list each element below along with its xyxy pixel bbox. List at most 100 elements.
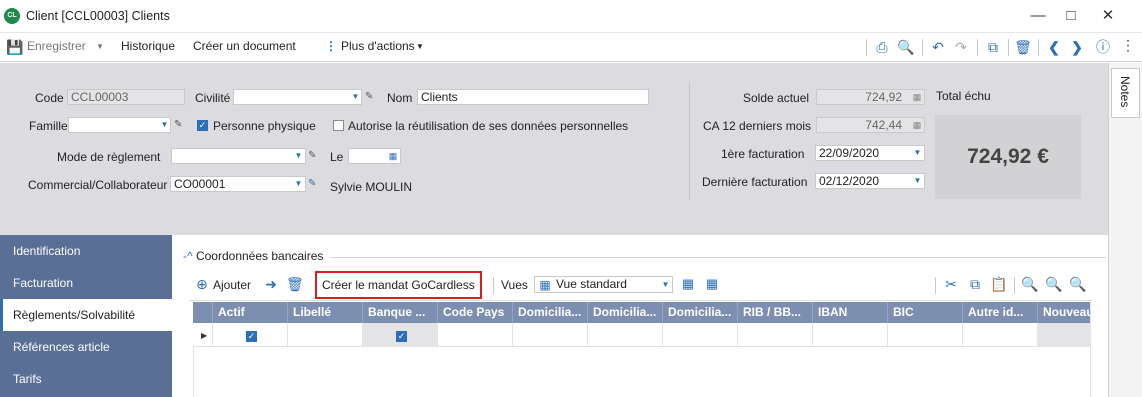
cell-autre-id[interactable] xyxy=(963,323,1038,347)
premiere-facturation-field[interactable]: 22/09/2020 xyxy=(815,145,925,161)
section-divider xyxy=(331,257,1106,258)
view-dropdown-icon[interactable]: ▼ xyxy=(661,280,670,290)
famille-dropdown-icon[interactable]: ▼ xyxy=(160,120,169,130)
derniere-facturation-label: Dernière facturation xyxy=(702,175,808,189)
actif-checkbox[interactable]: ✓ xyxy=(246,331,257,342)
nav-item-reglements[interactable]: Règlements/Solvabilité xyxy=(0,299,172,331)
premiere-facturation-dropdown-icon[interactable]: ▼ xyxy=(913,148,922,158)
famille-select[interactable] xyxy=(68,117,171,133)
nav-item-identification[interactable]: Identification xyxy=(0,235,172,267)
mode-reglement-select[interactable] xyxy=(171,148,306,164)
nav-item-references-article[interactable]: Références article xyxy=(0,331,172,363)
column-header-autre-id[interactable]: Autre id... xyxy=(963,302,1038,323)
left-navigation: Identification Facturation Règlements/So… xyxy=(0,235,172,397)
nav-item-facturation[interactable]: Facturation xyxy=(0,267,172,299)
more-actions-dropdown-icon[interactable]: ▼ xyxy=(416,42,424,51)
banque-checkbox[interactable]: ✓ xyxy=(396,331,407,342)
toolbar-separator xyxy=(866,39,867,56)
redo-icon[interactable]: ↷ xyxy=(952,38,970,56)
commercial-label: Commercial/Collaborateur xyxy=(28,178,168,192)
cell-domiciliation-3[interactable] xyxy=(663,323,738,347)
column-header-rib[interactable]: RIB / BB... xyxy=(738,302,813,323)
help-icon[interactable]: ⓘ xyxy=(1094,38,1112,56)
toolbar-separator xyxy=(1038,39,1039,56)
cell-libelle[interactable] xyxy=(288,323,363,347)
grid-left-border xyxy=(193,347,194,397)
cell-code-pays[interactable] xyxy=(438,323,513,347)
cell-domiciliation-1[interactable] xyxy=(513,323,588,347)
personne-physique-checkbox[interactable]: ✓ xyxy=(197,120,208,131)
undo-icon[interactable]: ↶ xyxy=(929,38,947,56)
more-actions-icon[interactable]: ⋮ xyxy=(325,39,337,53)
civilite-select[interactable] xyxy=(233,89,362,105)
duplicate-icon[interactable]: ⧉ xyxy=(984,38,1002,56)
derniere-facturation-dropdown-icon[interactable]: ▼ xyxy=(913,176,922,186)
mode-reglement-edit-icon[interactable]: ✎ xyxy=(308,150,318,162)
print-preview-icon[interactable]: 🔍 xyxy=(897,38,915,56)
add-button[interactable]: Ajouter xyxy=(213,278,251,292)
civilite-edit-icon[interactable]: ✎ xyxy=(365,91,375,103)
grid-layout-icon[interactable]: ▦ xyxy=(680,276,696,292)
ca-calc-icon: ▦ xyxy=(912,120,922,130)
cell-iban[interactable] xyxy=(813,323,888,347)
column-header-domiciliation-2[interactable]: Domicilia... xyxy=(588,302,663,323)
cut-icon[interactable]: ✂ xyxy=(943,276,959,292)
civilite-dropdown-icon[interactable]: ▼ xyxy=(351,92,360,102)
history-button[interactable]: Historique xyxy=(121,39,175,53)
delete-icon[interactable]: 🗑 xyxy=(1014,38,1032,56)
column-header-actif[interactable]: Actif xyxy=(213,302,288,323)
famille-label: Famille xyxy=(29,119,68,133)
more-options-icon[interactable]: ⋮ xyxy=(1121,37,1135,54)
forward-arrow-icon[interactable]: ➜ xyxy=(263,276,279,292)
save-button[interactable]: Enregistrer xyxy=(27,39,86,53)
commercial-dropdown-icon[interactable]: ▼ xyxy=(294,179,303,189)
cell-rib[interactable] xyxy=(738,323,813,347)
column-header-bic[interactable]: BIC xyxy=(888,302,963,323)
search-next-icon[interactable]: 🔍 xyxy=(1069,276,1086,292)
maximize-icon[interactable]: □ xyxy=(1061,6,1081,26)
next-icon[interactable]: ❯ xyxy=(1068,38,1086,56)
save-icon[interactable]: 💾 xyxy=(6,38,24,56)
search-icon[interactable]: 🔍 xyxy=(1021,276,1038,292)
section-header[interactable]: -^ Coordonnées bancaires xyxy=(183,249,323,263)
grid-delete-icon[interactable]: 🗑 xyxy=(286,276,304,292)
derniere-facturation-field[interactable]: 02/12/2020 xyxy=(815,173,925,189)
nom-field[interactable]: Clients xyxy=(417,89,649,105)
more-actions-button[interactable]: Plus d'actions xyxy=(341,39,415,53)
commercial-select[interactable]: CO00001 xyxy=(170,176,306,192)
main-toolbar: 💾 Enregistrer ▼ Historique Créer un docu… xyxy=(0,33,1142,62)
save-dropdown-icon[interactable]: ▼ xyxy=(96,42,104,51)
search-previous-icon[interactable]: 🔍 xyxy=(1045,276,1062,292)
commercial-edit-icon[interactable]: ✎ xyxy=(308,178,318,190)
print-icon[interactable]: ⎙ xyxy=(873,38,891,56)
famille-edit-icon[interactable]: ✎ xyxy=(174,119,184,131)
add-icon[interactable]: ⊕ xyxy=(194,276,210,292)
autorise-checkbox[interactable] xyxy=(333,120,344,131)
column-header-libelle[interactable]: Libellé xyxy=(288,302,363,323)
copy-icon[interactable]: ⧉ xyxy=(967,276,983,292)
cell-bic[interactable] xyxy=(888,323,963,347)
nav-item-tarifs[interactable]: Tarifs xyxy=(0,363,172,395)
previous-icon[interactable]: ❮ xyxy=(1045,38,1063,56)
grid-columns-icon[interactable]: ▦ xyxy=(704,276,720,292)
code-label: Code xyxy=(35,91,64,105)
create-document-button[interactable]: Créer un document xyxy=(193,39,296,53)
paste-icon[interactable]: 📋 xyxy=(990,276,1007,292)
collapse-icon[interactable]: -^ xyxy=(183,249,196,263)
column-header-code-pays[interactable]: Code Pays xyxy=(438,302,513,323)
view-select[interactable]: Vue standard xyxy=(534,276,673,293)
close-icon[interactable]: ✕ xyxy=(1098,6,1118,26)
mode-reglement-dropdown-icon[interactable]: ▼ xyxy=(294,151,303,161)
cell-nouveau[interactable] xyxy=(1038,323,1091,347)
column-header-domiciliation-1[interactable]: Domicilia... xyxy=(513,302,588,323)
column-header-iban[interactable]: IBAN xyxy=(813,302,888,323)
commercial-name: Sylvie MOULIN xyxy=(330,180,413,194)
column-header-domiciliation-3[interactable]: Domicilia... xyxy=(663,302,738,323)
create-gocardless-mandate-button[interactable]: Créer le mandat GoCardless xyxy=(315,271,482,299)
column-header-nouveau[interactable]: Nouveau xyxy=(1038,302,1091,323)
cell-domiciliation-2[interactable] xyxy=(588,323,663,347)
column-header-banque[interactable]: Banque ... xyxy=(363,302,438,323)
toolbar-separator xyxy=(1008,39,1009,56)
calendar-icon[interactable]: ▦ xyxy=(388,151,398,161)
minimize-icon[interactable]: — xyxy=(1028,6,1048,26)
